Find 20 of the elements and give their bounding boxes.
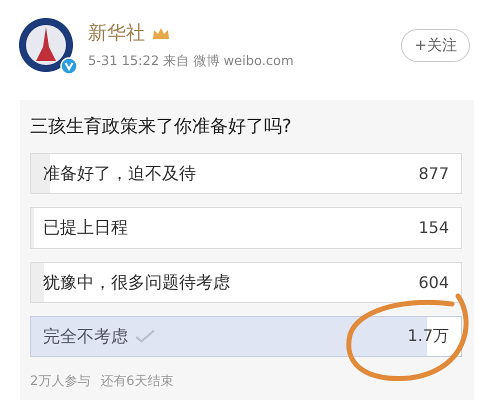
vote-count: 1.7万	[408, 326, 449, 347]
follow-button[interactable]: +关注	[401, 28, 470, 62]
option-label: 犹豫中，很多问题待考虑	[43, 272, 230, 294]
time-remaining: 还有6天结束	[100, 373, 174, 390]
check-icon	[134, 328, 156, 344]
option-label: 完全不考虑	[43, 326, 128, 348]
poll-option[interactable]: 犹豫中，很多问题待考虑 604	[30, 262, 462, 303]
poll-option[interactable]: 准备好了，迫不及待 877	[30, 153, 462, 194]
avatar-logo-icon	[18, 17, 74, 73]
vote-count: 154	[418, 218, 449, 238]
participant-count: 2万人参与	[30, 373, 90, 390]
vote-count: 604	[418, 272, 449, 292]
author-name[interactable]: 新华社	[88, 20, 145, 46]
option-label: 已提上日程	[43, 217, 128, 240]
poll-question: 三孩生育政策来了你准备好了吗?	[30, 115, 293, 138]
post-meta: 5-31 15:22 来自 微博 weibo.com	[88, 53, 295, 70]
poll-option[interactable]: 完全不考虑 1.7万	[30, 316, 462, 357]
option-label: 准备好了，迫不及待	[43, 163, 196, 186]
poll-option[interactable]: 已提上日程 154	[30, 207, 462, 248]
vote-count: 877	[418, 164, 449, 184]
